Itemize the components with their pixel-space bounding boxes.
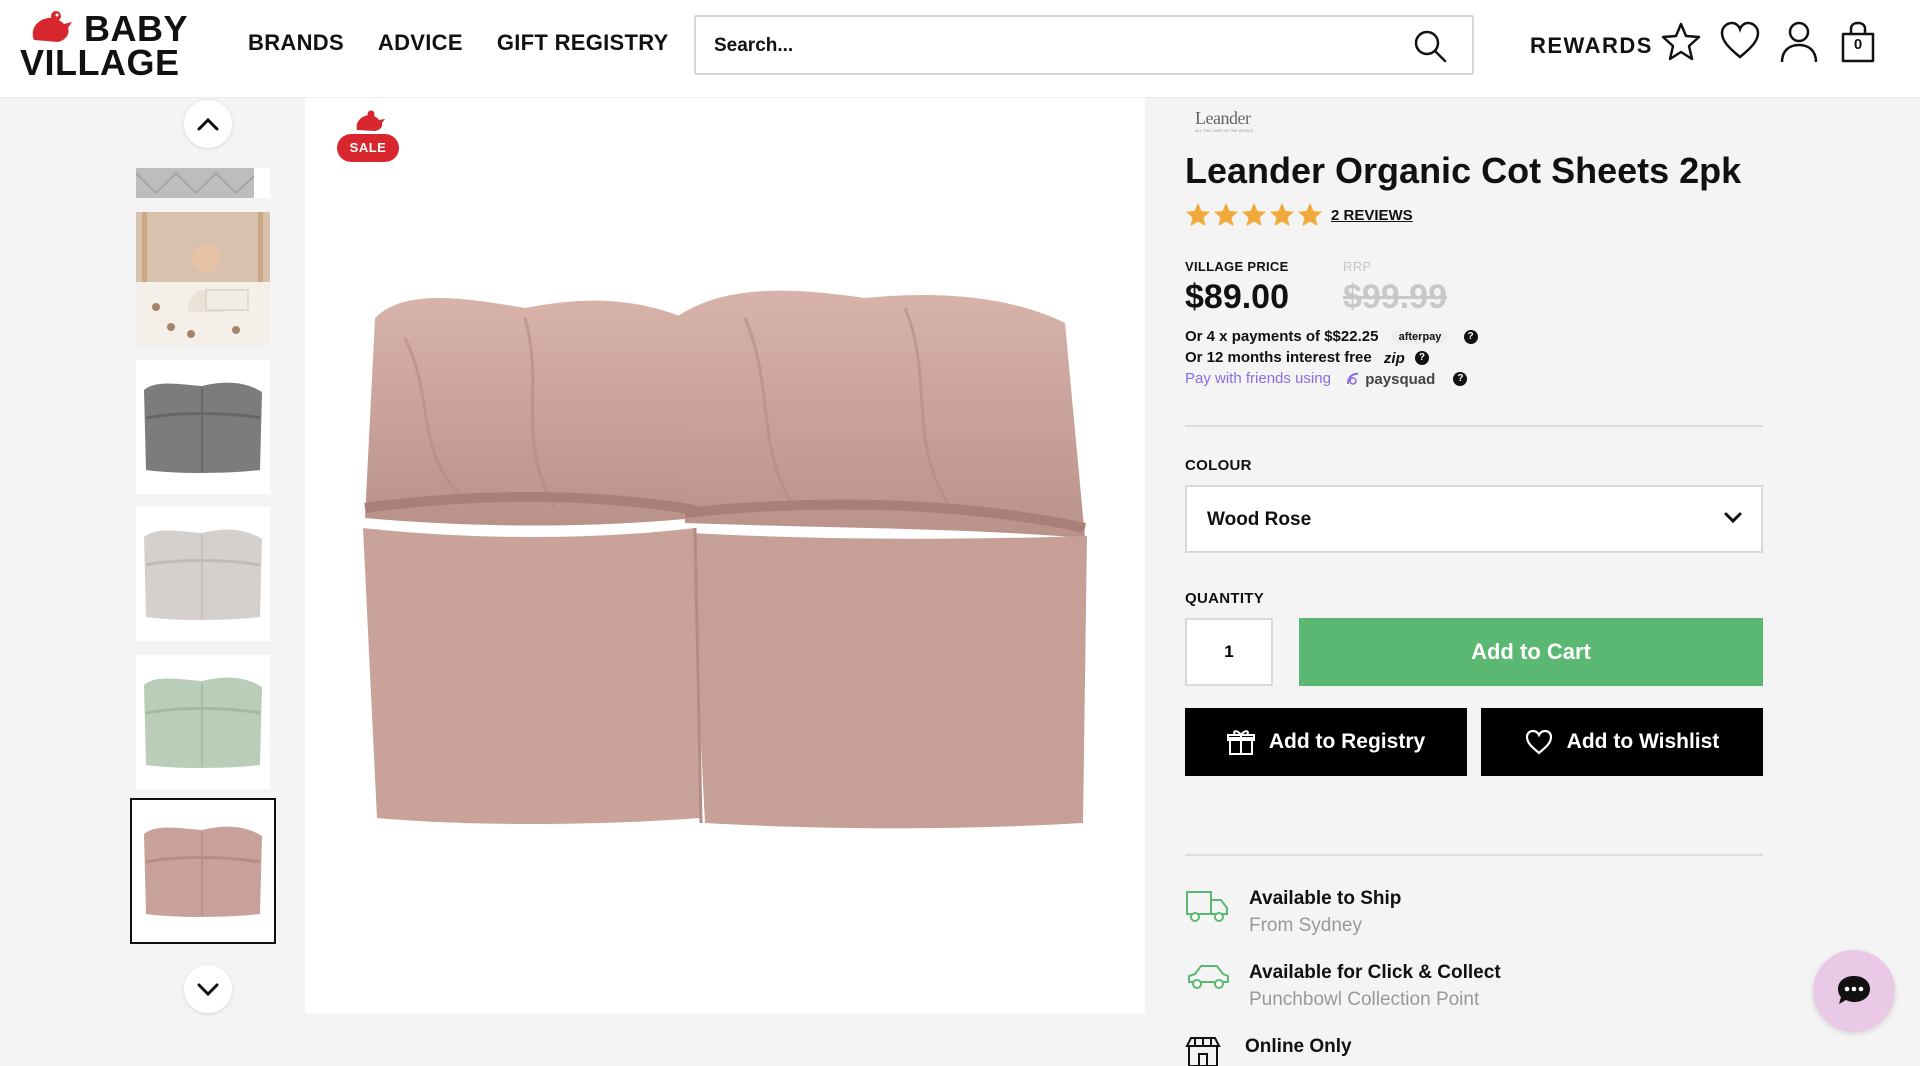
rating-star-icon <box>1186 203 1210 226</box>
divider <box>1185 425 1763 427</box>
quantity-input[interactable] <box>1187 620 1271 684</box>
paysquad-help-icon[interactable]: ? <box>1453 372 1468 387</box>
rrp-label: RRP <box>1343 259 1372 274</box>
paysquad-line: Pay with friends using paysquad ? <box>1185 370 1468 388</box>
zip-line: Or 12 months interest free zip ? <box>1185 349 1429 367</box>
chevron-down-icon <box>197 983 219 996</box>
add-to-registry-button[interactable]: Add to Registry <box>1185 708 1467 776</box>
main-product-image[interactable]: SALE <box>305 98 1145 1013</box>
thumbnail-lifestyle[interactable] <box>136 212 270 346</box>
add-to-registry-label: Add to Registry <box>1268 730 1426 753</box>
afterpay-text: Or 4 x payments of $$22.25 <box>1185 328 1379 345</box>
site-header: BABY VILLAGE BRANDS ADVICE GIFT REGISTRY… <box>0 0 1920 98</box>
thumbs-up-button[interactable] <box>184 100 232 148</box>
colour-select[interactable]: Wood Rose <box>1185 485 1763 553</box>
wood-rose-sheets-image <box>136 804 270 938</box>
reviews-link[interactable]: 2 REVIEWS <box>1331 207 1413 224</box>
quilted-image <box>136 168 255 198</box>
village-price: $89.00 <box>1185 278 1289 316</box>
nav-advice[interactable]: ADVICE <box>378 30 463 56</box>
heart-icon[interactable] <box>1719 20 1761 62</box>
chat-icon <box>1838 976 1870 1004</box>
heart-icon <box>1525 729 1552 755</box>
add-to-cart-button[interactable]: Add to Cart <box>1299 618 1763 686</box>
rating-star-icon <box>1214 203 1238 226</box>
ship-title: Available to Ship <box>1249 888 1402 909</box>
bag-count: 0 <box>1853 36 1863 53</box>
baby-village-logo[interactable]: BABY VILLAGE <box>18 8 198 83</box>
chat-button[interactable] <box>1813 950 1895 1032</box>
sale-badge: SALE <box>337 134 399 162</box>
add-to-wishlist-button[interactable]: Add to Wishlist <box>1481 708 1763 776</box>
colour-value: Wood Rose <box>1207 509 1312 530</box>
zip-logo[interactable]: zip <box>1384 350 1405 367</box>
rrp-price: $99.99 <box>1343 278 1447 316</box>
colour-label: COLOUR <box>1185 457 1252 474</box>
brand-logo[interactable]: Leander <box>1195 108 1251 129</box>
logo-text-line2: VILLAGE <box>20 42 180 83</box>
zip-help-icon[interactable]: ? <box>1414 351 1429 366</box>
quantity-label: QUANTITY <box>1185 590 1265 607</box>
star-rating <box>1185 202 1323 228</box>
cappuccino-sheets-image <box>136 507 270 641</box>
thumbnail-quilted[interactable] <box>136 168 270 198</box>
search-box <box>694 15 1474 75</box>
ship-subtitle: From Sydney <box>1249 915 1362 936</box>
truck-icon <box>1186 891 1228 922</box>
divider <box>1185 854 1763 856</box>
rating-star-icon <box>1270 203 1294 226</box>
nav-brands[interactable]: BRANDS <box>248 30 344 56</box>
quantity-field <box>1185 618 1273 686</box>
nav-gift-registry[interactable]: GIFT REGISTRY <box>497 30 669 56</box>
click-collect-title: Available for Click & Collect <box>1249 962 1501 983</box>
brand-tagline: ALL THE CARE IN THE WORLD <box>1195 128 1254 133</box>
chevron-up-icon <box>197 117 219 131</box>
chevron-down-icon <box>1724 512 1742 524</box>
zip-text: Or 12 months interest free <box>1185 349 1372 366</box>
star-icon[interactable] <box>1660 20 1702 62</box>
rating-star-icon <box>1242 203 1266 226</box>
add-to-cart-label: Add to Cart <box>1471 639 1591 664</box>
grey-sheets-image <box>136 360 270 494</box>
thumbnail-sage[interactable] <box>136 655 270 789</box>
click-collect-subtitle: Punchbowl Collection Point <box>1249 989 1480 1010</box>
rewards-link[interactable]: REWARDS <box>1530 33 1653 59</box>
thumbnail-cappuccino[interactable] <box>136 507 270 641</box>
product-title: Leander Organic Cot Sheets 2pk <box>1185 150 1742 191</box>
sale-bird-icon <box>356 110 385 131</box>
cot-sheets-image <box>363 290 1087 829</box>
village-price-label: VILLAGE PRICE <box>1185 259 1289 274</box>
search-input[interactable] <box>714 31 1374 61</box>
bird-logo-icon <box>32 11 72 42</box>
logo-text-line1: BABY <box>84 8 189 49</box>
lifestyle-image <box>136 212 270 346</box>
gift-icon <box>1226 730 1255 755</box>
thumbs-down-button[interactable] <box>184 965 232 1013</box>
thumbnail-grey[interactable] <box>136 360 270 494</box>
search-icon[interactable] <box>1412 28 1448 64</box>
paysquad-icon <box>1347 372 1359 385</box>
paysquad-logo[interactable]: paysquad <box>1365 371 1435 388</box>
store-icon <box>1185 1037 1221 1066</box>
add-to-wishlist-label: Add to Wishlist <box>1566 730 1720 753</box>
thumbnail-wood-rose-selected[interactable] <box>130 798 276 944</box>
sage-sheets-image <box>136 655 270 789</box>
rating-star-icon <box>1298 203 1322 226</box>
paysquad-text[interactable]: Pay with friends using <box>1185 370 1331 387</box>
car-icon <box>1188 965 1229 989</box>
main-nav: BRANDS ADVICE GIFT REGISTRY <box>248 30 669 56</box>
afterpay-line: Or 4 x payments of $$22.25 afterpay ? <box>1185 328 1478 345</box>
online-only-title: Online Only <box>1245 1036 1352 1057</box>
user-icon[interactable] <box>1778 20 1820 64</box>
afterpay-help-icon[interactable]: ? <box>1463 330 1478 345</box>
afterpay-badge[interactable]: afterpay <box>1390 330 1450 345</box>
